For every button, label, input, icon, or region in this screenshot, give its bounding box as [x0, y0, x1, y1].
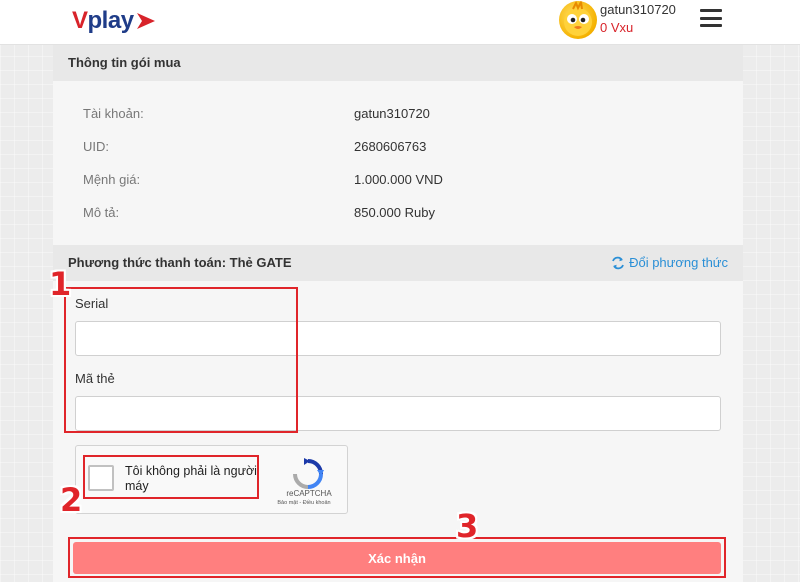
logo-text: play	[87, 7, 135, 34]
serial-label: Serial	[75, 296, 109, 311]
info-row-description: Mô tả: 850.000 Ruby	[53, 205, 743, 223]
chick-avatar-icon	[564, 1, 592, 36]
avatar[interactable]	[559, 1, 597, 39]
info-label: Mệnh giá:	[83, 172, 141, 187]
package-info-header: Thông tin gói mua	[53, 45, 743, 81]
payment-method-header: Phương thức thanh toán: Thẻ GATE Đổi phư…	[53, 245, 743, 281]
confirm-button[interactable]: Xác nhận	[73, 542, 721, 574]
info-row-denomination: Mệnh giá: 1.000.000 VND	[53, 172, 743, 190]
header: Vplay gatun310720 0 Vxu	[0, 0, 800, 45]
user-name[interactable]: gatun310720	[600, 2, 676, 17]
info-value: 2680606763	[354, 139, 427, 154]
info-value: 1.000.000 VND	[354, 172, 443, 187]
user-balance: 0 Vxu	[600, 20, 634, 35]
change-method-label: Đổi phương thức	[629, 255, 728, 270]
recaptcha-brand: reCAPTCHA	[286, 489, 332, 498]
info-value: gatun310720	[354, 106, 430, 121]
step-number-3: 3	[456, 507, 479, 545]
step-number-1: 1	[49, 265, 72, 303]
change-method-link[interactable]: Đổi phương thức	[611, 245, 728, 281]
recaptcha-logo-icon	[293, 458, 324, 489]
card-code-label: Mã thẻ	[75, 371, 115, 386]
info-label: Mô tả:	[83, 205, 120, 220]
recaptcha-text: Tôi không phải là người máy	[125, 464, 257, 493]
card-code-input[interactable]	[75, 396, 721, 431]
refresh-icon	[612, 256, 624, 270]
info-label: UID:	[83, 139, 109, 154]
package-info-title: Thông tin gói mua	[68, 55, 181, 70]
info-value: 850.000 Ruby	[354, 205, 435, 220]
play-triangle-icon	[136, 13, 155, 29]
info-label: Tài khoản:	[83, 106, 144, 121]
info-row-account: Tài khoản: gatun310720	[53, 106, 743, 124]
recaptcha-links[interactable]: Bảo mật - Điều khoản	[264, 500, 344, 506]
payment-panel: Thông tin gói mua Tài khoản: gatun310720…	[53, 45, 743, 582]
logo-v: V	[72, 7, 88, 34]
serial-input[interactable]	[75, 321, 721, 356]
info-row-uid: UID: 2680606763	[53, 139, 743, 157]
recaptcha-checkbox[interactable]	[88, 465, 114, 491]
vplay-logo[interactable]: Vplay	[72, 7, 157, 35]
recaptcha-widget: Tôi không phải là người máy reCAPTCHA Bả…	[75, 445, 348, 514]
step-number-2: 2	[60, 481, 83, 519]
payment-method-title: Phương thức thanh toán: Thẻ GATE	[68, 255, 292, 270]
hamburger-menu-icon[interactable]	[700, 9, 722, 27]
